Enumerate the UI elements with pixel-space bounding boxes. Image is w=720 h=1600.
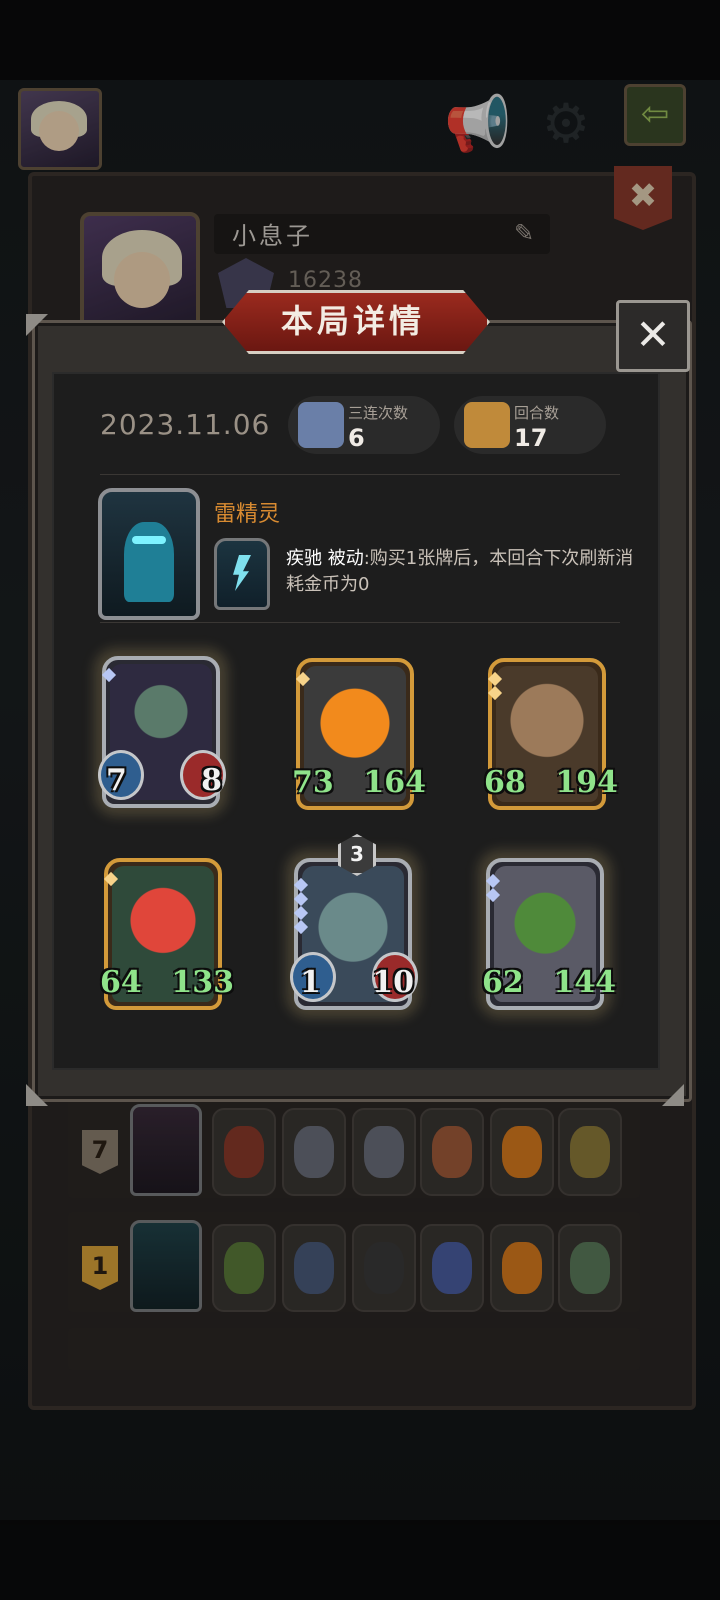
card-attack: 7 [106,763,127,798]
modal-close-button[interactable]: ✕ [616,300,690,372]
rounds-label: 回合数 [514,404,560,422]
card-health: 164 [363,765,426,800]
card-health: 133 [171,965,234,1000]
triples-label: 三连次数 [348,404,409,422]
skill-description: 疾驰 被动:购买1张牌后，本回合下次刷新消耗金币为0 [286,546,646,598]
card-health: 8 [201,763,222,798]
card-health: 144 [553,965,616,1000]
hero-name: 雷精灵 [214,502,281,527]
hero-eyes [132,536,166,544]
card-health: 194 [555,765,618,800]
triples-value: 6 [348,424,365,452]
skill-icon [214,538,270,610]
match-date: 2023.11.06 [100,408,271,441]
triples-stat: 三连次数 6 [288,396,440,454]
skill-type: 被动 [327,548,364,569]
minion-card[interactable]: 68 194 [484,658,618,810]
card-attack: 1 [300,965,321,1000]
minion-card[interactable]: 62 144 [478,850,616,1018]
skill-keyword: 疾驰 [286,548,322,569]
rounds-stat: 回合数 17 [454,396,606,454]
minion-card[interactable]: 64 133 [100,858,234,1010]
minion-card[interactable]: 7 8 [94,648,228,816]
card-attack: 73 [292,765,334,800]
rounds-value: 17 [514,424,548,452]
card-attack: 62 [482,965,524,1000]
triple-icon [298,402,344,448]
divider [100,622,620,623]
divider [100,474,620,475]
hero-body [124,522,174,602]
card-health: 10 [372,965,414,1000]
hero-portrait [98,488,200,620]
minion-card[interactable]: 3 1 10 [286,834,420,1018]
card-attack: 68 [484,765,526,800]
lightning-icon [233,555,251,591]
minion-card[interactable]: 73 164 [292,658,426,810]
modal-title: 本局详情 [280,302,425,340]
card-attack: 64 [100,965,142,1000]
rounds-icon [464,402,510,448]
